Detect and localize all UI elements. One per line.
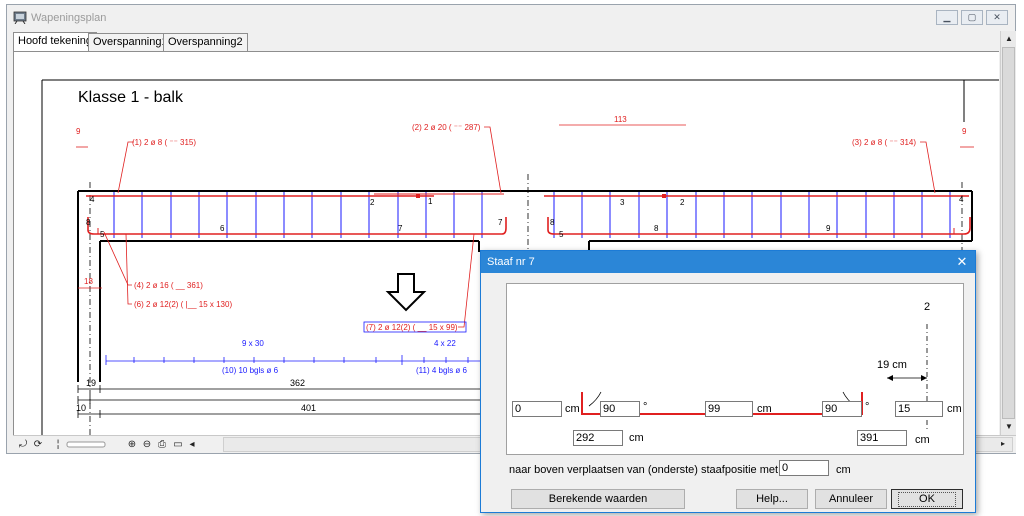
close-button[interactable]: ✕	[986, 10, 1008, 25]
drawing-app-icon	[13, 11, 27, 24]
bar-number-7a: 7	[398, 224, 403, 233]
zoom-in-icon[interactable]: ⊕	[125, 438, 139, 451]
left-length-input[interactable]	[512, 401, 562, 417]
bar-number-4: 4	[90, 195, 95, 204]
shift-label: naar boven verplaatsen van (onderste) st…	[509, 464, 779, 476]
unit-cm: cm	[757, 403, 772, 415]
dialog-close-icon[interactable]: ✕	[955, 254, 969, 270]
arrow-left-head	[887, 375, 893, 381]
bar-number-5a: 5	[100, 230, 105, 239]
help-button[interactable]: Help...	[736, 489, 808, 509]
cancel-button[interactable]: Annuleer	[815, 489, 887, 509]
left-position-input[interactable]	[573, 430, 623, 446]
left-angle-input[interactable]	[600, 401, 640, 417]
computed-values-button[interactable]: Berekende waarden	[511, 489, 685, 509]
title-bar: Wapeningsplan ▁ ▢ ✕	[7, 5, 1015, 31]
dim-18: 18	[84, 277, 93, 286]
stirrup-spacing-1: 9 x 30	[242, 339, 264, 348]
dim-9-right: 9	[962, 127, 967, 136]
marker-icon[interactable]: ¦	[51, 438, 65, 451]
tab-hoofd-tekening[interactable]: Hoofd tekening	[13, 32, 97, 52]
shift-input[interactable]	[779, 460, 829, 476]
bar-number-9: 9	[826, 224, 831, 233]
bar-schematic-panel: 2 19 cm cm ° cm ° cm cm cm	[506, 283, 964, 455]
dim-19: 19	[86, 378, 96, 388]
bar-number-5b: 5	[559, 230, 564, 239]
bar-number-2a: 2	[370, 198, 375, 207]
rotate-icon[interactable]: ⤾	[16, 438, 30, 451]
bar-number-8l: 8	[86, 218, 91, 227]
stirrup-label-10: (10) 10 bgls ø 6	[222, 366, 279, 375]
unit-degree: °	[865, 401, 870, 413]
bar-label-2: (2) 2 ø 20 ( ⁻⁻ 287)	[412, 123, 481, 132]
maximize-button[interactable]: ▢	[961, 10, 983, 25]
bar-label-6: (6) 2 ø 12(2) ( |__ 15 x 130)	[134, 300, 232, 309]
scroll-down-icon[interactable]: ▼	[1001, 419, 1017, 435]
ok-button-label: OK	[898, 492, 956, 507]
minimize-button[interactable]: ▁	[936, 10, 958, 25]
scroll-right-icon[interactable]: ▸	[996, 436, 1010, 452]
stirrup-dimension-line	[105, 355, 492, 365]
bar-number-6: 6	[220, 224, 225, 233]
bar-label-3: (3) 2 ø 8 ( ⁻⁻ 314)	[852, 138, 916, 147]
dimension-19-label: 19 cm	[877, 359, 907, 371]
vertical-scrollbar[interactable]: ▲ ▼	[1000, 31, 1016, 435]
scroll-up-icon[interactable]: ▲	[1001, 31, 1017, 47]
rectangle-icon[interactable]: ▭	[171, 438, 185, 451]
unit-cm: cm	[629, 432, 644, 444]
tab-overspanning1[interactable]: Overspanning1	[88, 33, 173, 51]
print-icon[interactable]: ⎙	[155, 438, 169, 451]
shift-unit: cm	[836, 464, 851, 476]
bar-label-7: (7) 2 ø 12(2) ( __ 15 x 99)	[366, 323, 458, 332]
bar-number-8: 8	[654, 224, 659, 233]
slider-icon[interactable]	[65, 438, 107, 451]
middle-length-input[interactable]	[705, 401, 753, 417]
refresh-icon[interactable]: ⟳	[31, 438, 45, 451]
bar-number-8r: 8	[550, 218, 555, 227]
dim-401: 401	[301, 403, 316, 413]
bar-label-1: (1) 2 ø 8 ( ⁻⁻ 315)	[132, 138, 196, 147]
dim-9-left: 9	[76, 127, 81, 136]
bar-number-1: 1	[428, 197, 433, 206]
ok-button[interactable]: OK	[891, 489, 963, 509]
right-position-input[interactable]	[857, 430, 907, 446]
dim-362: 362	[290, 378, 305, 388]
scroll-left-icon[interactable]: ◂	[187, 438, 197, 451]
unit-cm: cm	[947, 403, 962, 415]
down-arrow-icon	[385, 273, 427, 312]
unit-degree: °	[643, 401, 648, 413]
bar-dialog: Staaf nr 7 ✕ 2 19 cm cm ° cm ° cm cm cm …	[480, 250, 976, 513]
zoom-out-icon[interactable]: ⊖	[140, 438, 154, 451]
stirrup-spacing-2: 4 x 22	[434, 339, 456, 348]
drawing-heading: Klasse 1 - balk	[78, 89, 184, 106]
axis-label-2: 2	[924, 301, 930, 313]
bar-number-2b: 2	[680, 198, 685, 207]
stirrup-label-11: (11) 4 bgls ø 6	[416, 366, 468, 375]
stirrups	[113, 192, 951, 238]
bar-shape-schematic: 2 19 cm	[581, 301, 930, 429]
dialog-title: Staaf nr 7	[487, 256, 535, 268]
dim-10: 10	[76, 403, 86, 413]
overall-dimension-lines	[77, 385, 492, 418]
unit-cm: cm	[915, 434, 930, 446]
dialog-title-bar: Staaf nr 7 ✕	[481, 251, 975, 273]
window-title: Wapeningsplan	[31, 12, 107, 24]
bar-number-3: 3	[620, 198, 625, 207]
dim-113: 113	[614, 115, 627, 124]
right-angle-input[interactable]	[822, 401, 862, 417]
tab-overspanning2[interactable]: Overspanning2	[163, 33, 248, 51]
right-length-input[interactable]	[895, 401, 943, 417]
bar-number-7b: 7	[498, 218, 503, 227]
unit-cm: cm	[565, 403, 580, 415]
bar-label-4: (4) 2 ø 16 ( __ 361)	[134, 281, 203, 290]
arrow-right-head	[921, 375, 927, 381]
bar-number-4r: 4	[959, 195, 964, 204]
vertical-scroll-thumb[interactable]	[1002, 47, 1015, 419]
